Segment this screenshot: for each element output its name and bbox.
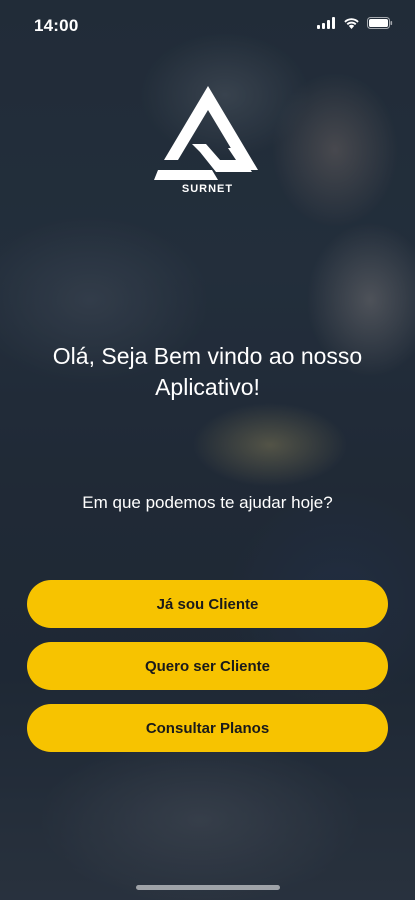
battery-icon [367,17,393,29]
already-client-button[interactable]: Já sou Cliente [27,580,388,628]
become-client-button[interactable]: Quero ser Cliente [27,642,388,690]
help-question: Em que podemos te ajudar hoje? [82,493,333,512]
view-plans-button[interactable]: Consultar Planos [27,704,388,752]
brand-name: SURNET [181,183,234,195]
status-time: 14:00 [34,16,79,35]
home-indicator[interactable] [136,885,280,890]
cellular-signal-icon [317,17,335,29]
welcome-heading: Olá, Seja Bem vindo ao nosso Aplicativo! [52,343,363,400]
wifi-icon [344,18,359,29]
welcome-screen: 14:00 SURNET Olá, Seja Bem vindo ao noss… [0,0,415,900]
status-bar: 14:00 [0,0,415,50]
status-icons [317,17,393,29]
